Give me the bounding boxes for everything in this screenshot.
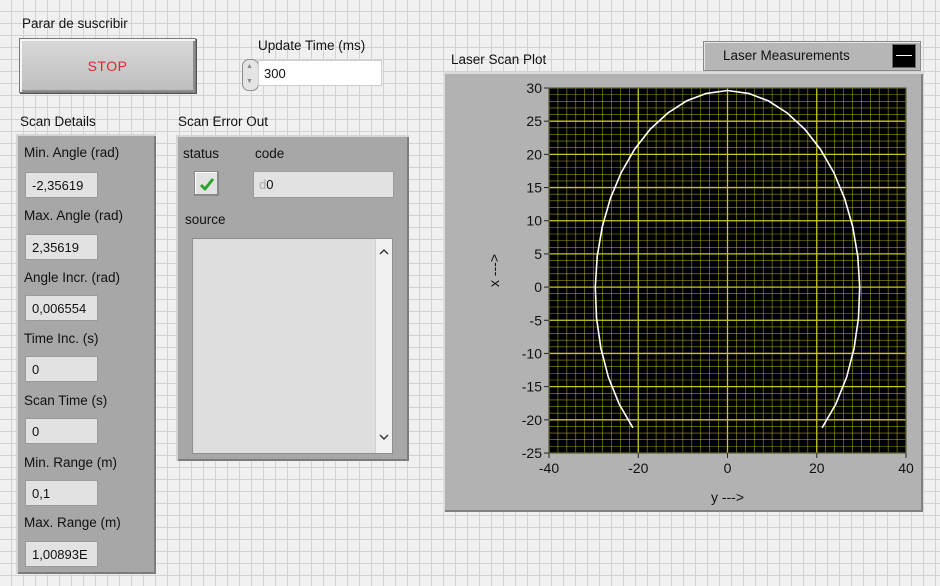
source-textarea[interactable] <box>192 238 393 454</box>
scan-error-title: Scan Error Out <box>178 114 269 129</box>
stop-caption: Parar de suscribir <box>22 16 128 31</box>
update-time-input[interactable]: 300 <box>258 60 382 86</box>
y-tick-label: 0 <box>534 279 542 295</box>
plot-legend[interactable]: Laser Measurements <box>703 41 921 71</box>
angle-incr-value: 0,006554 <box>25 295 98 321</box>
code-field: d0 <box>253 171 394 198</box>
plot-frame: -40 -20 0 20 40 30 25 20 15 10 5 0 -5 -10 -15 -20 -25 y -… <box>443 72 923 512</box>
decrement-arrow-icon[interactable]: ▼ <box>246 78 253 86</box>
max-range-value: 1,00893E <box>25 541 98 567</box>
min-angle-value: -2,35619 <box>25 172 98 198</box>
y-tick-label: 15 <box>526 180 542 196</box>
x-tick-label: -20 <box>628 460 648 476</box>
y-tick-label: -10 <box>522 345 542 361</box>
update-time-label: Update Time (ms) <box>258 38 366 53</box>
min-range-label: Min. Range (m) <box>24 455 118 470</box>
source-label: source <box>185 212 226 227</box>
y-tick-label: -20 <box>522 412 542 428</box>
status-label: status <box>183 146 220 161</box>
scan-time-value: 0 <box>25 418 98 444</box>
checkmark-icon <box>199 177 214 190</box>
y-tick-label: 10 <box>526 213 542 229</box>
y-tick-label: 30 <box>526 80 542 96</box>
scan-details-title: Scan Details <box>20 114 96 129</box>
code-label: code <box>255 146 285 161</box>
max-range-label: Max. Range (m) <box>24 515 121 530</box>
plot-title: Laser Scan Plot <box>451 52 547 67</box>
y-tick-label: 20 <box>526 146 542 162</box>
status-indicator <box>194 171 219 196</box>
time-inc-label: Time Inc. (s) <box>24 331 99 346</box>
scan-details-cluster <box>16 134 156 574</box>
min-angle-label: Min. Angle (rad) <box>24 145 120 160</box>
x-tick-label: 40 <box>898 460 914 476</box>
y-tick-label: -25 <box>522 445 542 461</box>
update-time-spinner[interactable]: ▲ ▼ <box>242 59 259 91</box>
max-angle-label: Max. Angle (rad) <box>24 208 124 223</box>
y-tick-label: -5 <box>530 312 543 328</box>
source-scrollbar[interactable] <box>375 239 392 453</box>
legend-line <box>896 55 912 56</box>
code-value: 0 <box>266 177 274 192</box>
y-tick-label: 5 <box>534 246 542 262</box>
legend-label: Laser Measurements <box>723 48 850 63</box>
source-text <box>193 239 392 247</box>
y-axis-label: x ---> <box>486 254 502 287</box>
max-angle-value: 2,35619 <box>25 234 98 260</box>
y-tick-label: 25 <box>526 113 542 129</box>
x-tick-label: 20 <box>809 460 825 476</box>
x-axis-label: y ---> <box>711 489 744 505</box>
laser-scan-chart[interactable]: -40 -20 0 20 40 30 25 20 15 10 5 0 -5 -10 -15 -20 -25 y -… <box>443 72 923 512</box>
increment-arrow-icon[interactable]: ▲ <box>246 63 253 71</box>
legend-swatch[interactable] <box>892 44 916 68</box>
x-tick-label: 0 <box>724 460 732 476</box>
time-inc-value: 0 <box>25 356 98 382</box>
angle-incr-label: Angle Incr. (rad) <box>24 270 121 285</box>
scroll-arrows-icon[interactable] <box>376 239 392 455</box>
min-range-value: 0,1 <box>25 480 98 506</box>
x-tick-label: -40 <box>539 460 559 476</box>
scan-time-label: Scan Time (s) <box>24 393 108 408</box>
y-tick-label: -15 <box>522 379 542 395</box>
stop-button[interactable]: STOP <box>19 38 196 93</box>
